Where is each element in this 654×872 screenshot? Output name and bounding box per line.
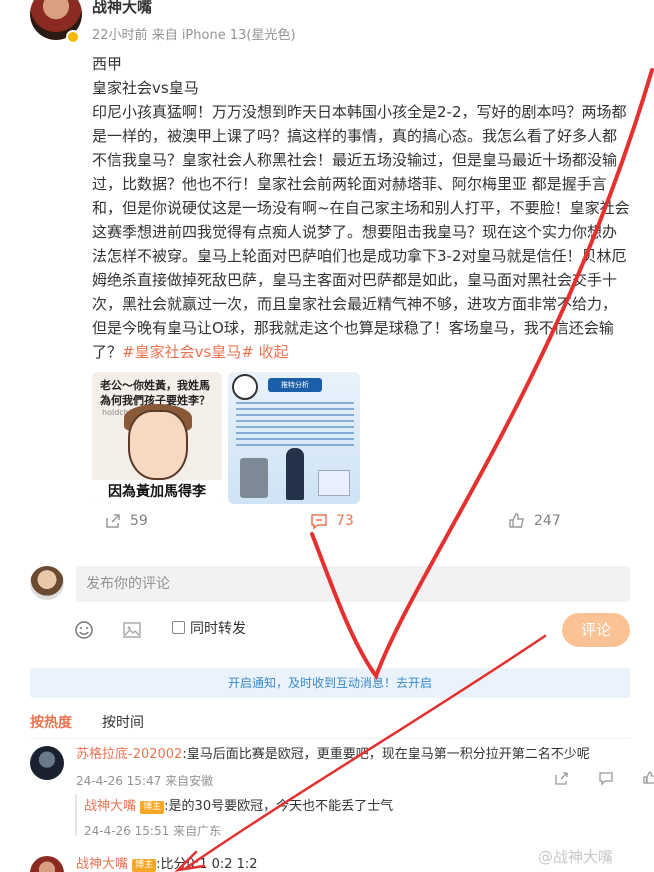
comment-text: :皇马后面比赛是欧冠，更重要吧，现在皇马第一积分拉开第二名不少呢 — [182, 747, 590, 762]
promo-header: 推特分析 — [268, 378, 322, 392]
author-name[interactable]: 战神大嘴 — [92, 0, 152, 17]
post-paragraph: 印尼小孩真猛啊！万万没想到昨天日本韩国小孩全是2-2，写好的剧本吗？两场都是一样… — [92, 103, 630, 361]
meme-caption: 因為黃加馬得李 — [92, 480, 222, 504]
comment-source: 来自安徽 — [165, 774, 214, 788]
comment-item: 战神大嘴 博主:比分0:1 0:2 1:2 — [76, 856, 258, 872]
like-count: 247 — [534, 513, 561, 529]
forward-label: 同时转发 — [190, 621, 246, 637]
promo-text-lines — [236, 402, 354, 446]
promo-person-shape — [286, 448, 304, 500]
sort-by-time[interactable]: 按时间 — [102, 712, 144, 732]
comment-item: 苏格拉底-202002:皇马后面比赛是欧冠，更重要吧，现在皇马第一积分拉开第二名… — [76, 746, 590, 764]
my-avatar — [30, 566, 64, 600]
post-images: 老公～你姓黃，我姓馬 為何我們孩子要姓李？ holdchiou 因為黃加馬得李 … — [92, 372, 360, 504]
commenter-avatar[interactable] — [30, 746, 64, 780]
comment-icon[interactable] — [598, 770, 614, 786]
promo-safe-shape — [240, 458, 268, 498]
comment-text: :比分0:1 0:2 1:2 — [156, 857, 258, 872]
post-text: 印尼小孩真猛啊！万万没想到昨天日本韩国小孩全是2-2，写好的剧本吗？两场都是一样… — [92, 100, 630, 364]
emoji-icon[interactable] — [74, 620, 94, 640]
hashtag-link[interactable]: #皇家社会vs皇马# — [122, 343, 254, 361]
author-badge: 博主 — [132, 859, 157, 872]
comment-count: 73 — [336, 513, 354, 529]
post-meta: 22小时前 来自 iPhone 13(星光色) — [92, 24, 296, 43]
replier-name[interactable]: 战神大嘴 — [84, 799, 136, 814]
like-button[interactable]: 247 — [508, 512, 561, 530]
share-count: 59 — [130, 513, 148, 529]
verified-badge-icon — [66, 30, 80, 44]
commenter-name[interactable]: 苏格拉底-202002 — [76, 747, 182, 762]
comment-input[interactable]: 发布你的评论 — [76, 566, 630, 602]
weibo-watermark: @战神大嘴 — [538, 848, 614, 866]
forward-checkbox[interactable] — [172, 621, 185, 634]
author-badge: 博主 — [140, 801, 165, 814]
comment-button[interactable]: 73 — [310, 512, 354, 530]
thumbs-up-icon[interactable] — [642, 770, 654, 786]
comment-actions — [554, 770, 654, 786]
reply-source: 来自广东 — [173, 824, 222, 838]
submit-comment-button[interactable]: 评论 — [562, 613, 630, 647]
post-actions: 59 73 247 — [0, 512, 654, 536]
comment-time: 24-4-26 15:47 — [76, 774, 162, 788]
reply-time: 24-4-26 15:51 — [84, 824, 170, 838]
reply-meta: 24-4-26 15:51 来自广东 — [84, 822, 221, 839]
promo-gift-shape — [318, 470, 350, 496]
comment-icon — [311, 514, 327, 530]
thumbs-up-icon — [509, 513, 524, 528]
post-image-promo[interactable]: 推特分析 — [228, 372, 360, 504]
comment-meta: 24-4-26 15:47 来自安徽 — [76, 772, 213, 789]
post-time[interactable]: 22小时前 — [92, 28, 148, 43]
share-icon — [106, 514, 120, 528]
sort-by-hot[interactable]: 按热度 — [30, 712, 72, 732]
notification-banner[interactable]: 开启通知，及时收到互动消息！去开启 — [30, 668, 630, 698]
reply-indent-bar — [75, 794, 77, 836]
post-source: 来自 iPhone 13(星光色) — [151, 28, 296, 43]
divider — [30, 738, 630, 739]
soccer-ball-icon — [232, 374, 258, 400]
collapse-link[interactable]: 收起 — [259, 343, 289, 361]
post-league: 西甲 — [92, 55, 123, 73]
commenter-name[interactable]: 战神大嘴 — [76, 857, 128, 872]
reply-text: :是的30号要欧冠，今天也不能丢了士气 — [164, 799, 394, 814]
post-image-meme[interactable]: 老公～你姓黃，我姓馬 為何我們孩子要姓李？ holdchiou 因為黃加馬得李 — [92, 372, 222, 504]
reply-item: 战神大嘴 博主:是的30号要欧冠，今天也不能丢了士气 — [84, 798, 393, 816]
share-button[interactable]: 59 — [104, 512, 148, 530]
commenter-avatar[interactable] — [30, 856, 64, 872]
post-body: 西甲 皇家社会vs皇马 印尼小孩真猛啊！万万没想到昨天日本韩国小孩全是2-2，写… — [92, 52, 630, 364]
image-upload-icon[interactable] — [122, 620, 142, 640]
share-icon[interactable] — [554, 770, 570, 786]
post-match: 皇家社会vs皇马 — [92, 79, 199, 97]
meme-face-shape — [128, 410, 188, 480]
